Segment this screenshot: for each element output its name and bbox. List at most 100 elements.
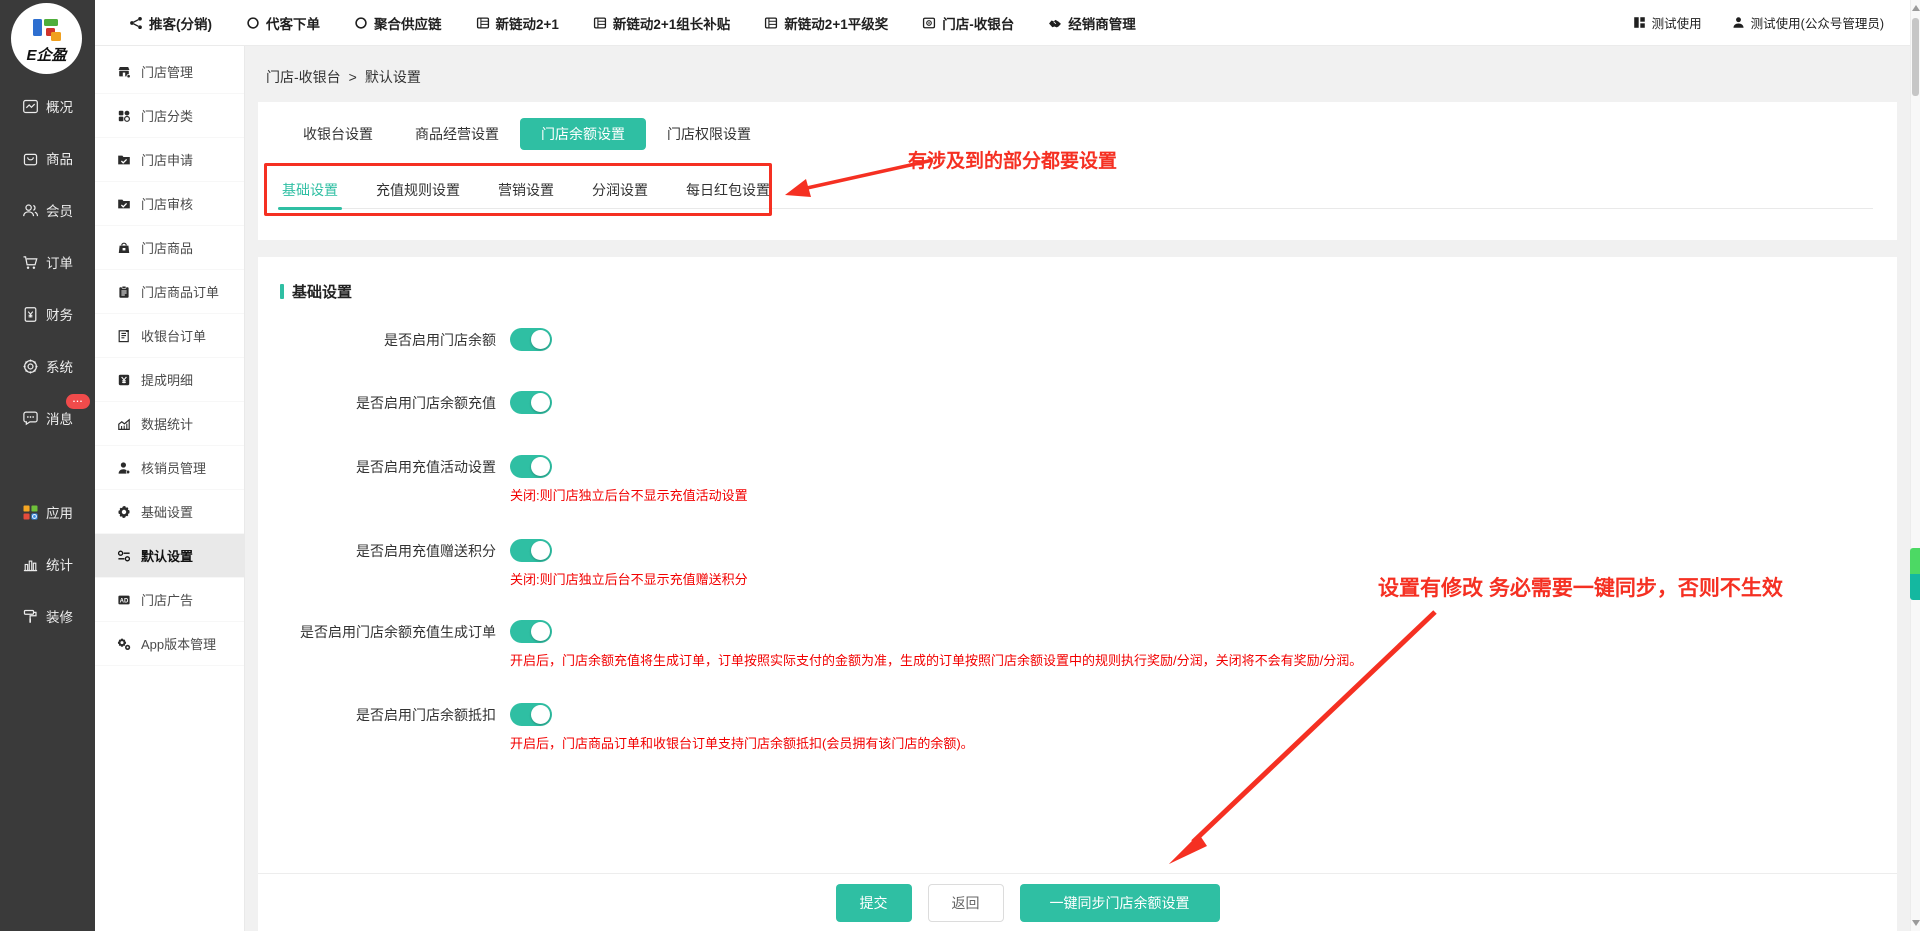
topnav-tuike-distribution[interactable]: 推客(分销) (129, 13, 212, 33)
sidebar-label: 系统 (46, 356, 73, 376)
toggle-enable-recharge-order[interactable] (510, 620, 552, 643)
table-icon (593, 16, 607, 30)
setting-label: 是否启用门店余额抵扣 (258, 705, 496, 725)
sidebar-item-decorate[interactable]: 装修 (0, 590, 95, 642)
subtab-marketing[interactable]: 营销设置 (498, 180, 554, 208)
topnav-xinliandong-leader-subsidy[interactable]: 新链动2+1组长补贴 (593, 13, 730, 33)
submenu-store-goods-orders[interactable]: 门店商品订单 (95, 270, 244, 314)
scrollbar-up-arrow[interactable] (1912, 5, 1920, 11)
back-button[interactable]: 返回 (928, 884, 1004, 922)
tab-cashier-settings[interactable]: 收银台设置 (282, 118, 394, 150)
edge-widget[interactable] (1910, 548, 1920, 600)
section-accent-bar (280, 284, 284, 299)
submenu-store-application[interactable]: 门店申请 (95, 138, 244, 182)
sidebar-item-overview[interactable]: 概况 (0, 80, 95, 132)
gear-filled-icon (117, 505, 131, 519)
sidebar-item-members[interactable]: 会员 (0, 184, 95, 236)
sidebar-label: 装修 (46, 606, 73, 626)
setting-row: 是否启用充值活动设置 关闭:则门店独立后台不显示充值活动设置 (258, 455, 1897, 505)
app-logo: E企盈 (11, 3, 82, 74)
submit-button[interactable]: 提交 (836, 884, 912, 922)
sidebar-item-orders[interactable]: 订单 (0, 236, 95, 288)
sidebar-item-finance[interactable]: 财务 (0, 288, 95, 340)
submenu-basic-settings[interactable]: 基础设置 (95, 490, 244, 534)
subtab-recharge-rules[interactable]: 充值规则设置 (376, 180, 460, 208)
topnav-juhe-supply-chain[interactable]: 聚合供应链 (354, 13, 442, 33)
page-scrollbar[interactable] (1910, 0, 1920, 931)
main-area: 门店-收银台 > 默认设置 收银台设置 商品经营设置 门店余额设置 门店权限设置… (245, 46, 1910, 931)
users-icon (22, 202, 39, 219)
toggle-enable-balance-deduction[interactable] (510, 703, 552, 726)
submenu-label: 门店商品订单 (141, 282, 219, 301)
subtab-daily-red-packet[interactable]: 每日红包设置 (686, 180, 770, 208)
submenu-store-ads[interactable]: AD 门店广告 (95, 578, 244, 622)
submenu-verifier-management[interactable]: 核销员管理 (95, 446, 244, 490)
gears-icon (117, 637, 131, 651)
setting-label: 是否启用门店余额充值 (258, 393, 496, 413)
topnav-dealer-management[interactable]: 经销商管理 (1048, 13, 1136, 33)
sidebar-item-stats[interactable]: 统计 (0, 538, 95, 590)
circle-icon (354, 16, 368, 30)
topbar-right: 测试使用 测试使用(公众号管理员) (1633, 13, 1910, 32)
topnav-xinliandong-pingji-award[interactable]: 新链动2+1平级奖 (764, 13, 888, 33)
logo-text: E企盈 (26, 44, 66, 65)
sync-store-balance-button[interactable]: 一键同步门店余额设置 (1020, 884, 1220, 922)
sidebar-item-apps[interactable]: 应用 (0, 486, 95, 538)
submenu-store-review[interactable]: 门店审核 (95, 182, 244, 226)
topnav-store-cashier[interactable]: 门店-收银台 (922, 13, 1014, 33)
setting-label: 是否启用门店余额 (258, 330, 496, 350)
ad-badge-icon: AD (117, 593, 131, 607)
tab-store-balance-settings[interactable]: 门店余额设置 (520, 118, 646, 150)
scrollbar-thumb[interactable] (1912, 18, 1919, 96)
sidebar-item-goods[interactable]: 商品 (0, 132, 95, 184)
edge-widget-bottom[interactable] (1910, 574, 1920, 600)
share-icon (129, 16, 143, 30)
submenu-label: 门店管理 (141, 62, 193, 81)
submenu-label: 门店分类 (141, 106, 193, 125)
toggle-enable-recharge-activity[interactable] (510, 455, 552, 478)
category-grid-icon (117, 109, 131, 123)
tabs-row: 收银台设置 商品经营设置 门店余额设置 门店权限设置 (282, 118, 1873, 150)
finance-icon (22, 306, 39, 323)
account-menu[interactable]: 测试使用(公众号管理员) (1732, 13, 1884, 32)
setting-note: 关闭:则门店独立后台不显示充值赠送积分 (510, 571, 1897, 589)
table-icon (476, 16, 490, 30)
tab-store-permission-settings[interactable]: 门店权限设置 (646, 118, 772, 150)
sidebar-item-system[interactable]: 系统 (0, 340, 95, 392)
submenu-store-management[interactable]: 门店管理 (95, 50, 244, 94)
test-use-menu[interactable]: 测试使用 (1633, 13, 1702, 32)
storefront-icon (117, 65, 131, 79)
submenu-app-version[interactable]: App版本管理 (95, 622, 244, 666)
breadcrumb-parent[interactable]: 门店-收银台 (266, 67, 341, 87)
chat-icon (22, 410, 39, 427)
submenu-default-settings[interactable]: 默认设置 (95, 534, 244, 578)
setting-label: 是否启用充值赠送积分 (258, 541, 496, 561)
section-header: 基础设置 (258, 257, 1897, 302)
settings-form: 是否启用门店余额 是否启用门店余额充值 是否启用充值活动设置 关闭:则门店独立后… (258, 328, 1897, 753)
subtab-profit-sharing[interactable]: 分润设置 (592, 180, 648, 208)
toggle-enable-recharge-points[interactable] (510, 539, 552, 562)
topnav-label: 新链动2+1组长补贴 (613, 13, 730, 33)
topnav-daike-order[interactable]: 代客下单 (246, 13, 320, 33)
setting-note: 开启后，门店余额充值将生成订单，订单按照实际支付的金额为准，生成的订单按照门店余… (510, 652, 1897, 670)
sidebar-item-messages[interactable]: 消息 ... (0, 392, 95, 444)
toggle-enable-balance-recharge[interactable] (510, 391, 552, 414)
edge-widget-top[interactable] (1910, 548, 1920, 574)
setting-row: 是否启用门店余额抵扣 开启后，门店商品订单和收银台订单支持门店余额抵扣(会员拥有… (258, 703, 1897, 753)
topnav-label: 代客下单 (266, 13, 320, 33)
scrollbar-down-arrow[interactable] (1912, 920, 1920, 926)
submenu-store-category[interactable]: 门店分类 (95, 94, 244, 138)
bar-chart-icon (22, 556, 39, 573)
topnav-xinliandong-2plus1[interactable]: 新链动2+1 (476, 13, 559, 33)
tab-goods-operation-settings[interactable]: 商品经营设置 (394, 118, 520, 150)
clipboard-icon (117, 285, 131, 299)
gear-icon (22, 358, 39, 375)
submenu-cashier-orders[interactable]: 收银台订单 (95, 314, 244, 358)
topnav: 推客(分销) 代客下单 聚合供应链 新链动2+1 新链动2+1组长补贴 新链动2… (95, 13, 1136, 33)
toggle-enable-store-balance[interactable] (510, 328, 552, 351)
submenu-store-goods[interactable]: 门店商品 (95, 226, 244, 270)
submenu-commission-details[interactable]: 提成明细 (95, 358, 244, 402)
subtabs-row: 基础设置 充值规则设置 营销设置 分润设置 每日红包设置 (282, 180, 1873, 209)
subtab-basic-settings[interactable]: 基础设置 (282, 180, 338, 208)
submenu-data-statistics[interactable]: 数据统计 (95, 402, 244, 446)
